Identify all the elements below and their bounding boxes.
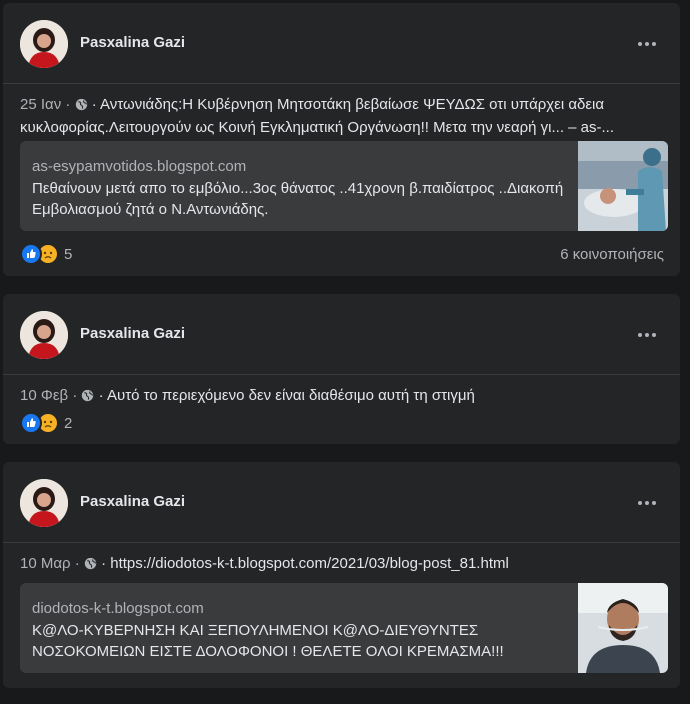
like-reaction-icon: [20, 243, 42, 265]
avatar[interactable]: [20, 20, 68, 68]
author-name[interactable]: Pasxalina Gazi: [80, 493, 185, 510]
link-preview[interactable]: as-esypamvotidos.blogspot.com Πεθαίνουν …: [20, 141, 668, 231]
post-card: Pasxalina Gazi 10 Φεβ · · Αυτό το περιεχ…: [3, 294, 680, 444]
reactions[interactable]: 2: [20, 412, 72, 434]
post-header: Pasxalina Gazi: [3, 462, 680, 542]
avatar[interactable]: [20, 311, 68, 359]
more-options-icon[interactable]: [632, 320, 662, 350]
shares-count[interactable]: 6 κοινοποιήσεις: [560, 246, 664, 263]
divider: [3, 83, 680, 84]
post-date[interactable]: 10 Μαρ: [20, 555, 71, 572]
patient-photo-icon: [578, 583, 668, 673]
reaction-count: 5: [64, 245, 73, 263]
post-header: Pasxalina Gazi: [3, 294, 680, 374]
hospital-photo-icon: [578, 141, 668, 231]
link-preview[interactable]: diodotos-k-t.blogspot.com Κ@ΛΟ-ΚΥΒΕΡΝΗΣΗ…: [20, 583, 668, 673]
separator: ·: [72, 387, 78, 404]
reactions[interactable]: 5: [20, 243, 72, 265]
post-text: 10 Μαρ · · https://diodotos-k-t.blogspot…: [20, 553, 664, 576]
preview-title: Πεθαίνουν μετά απο το εμβόλιο...3ος θάνα…: [32, 180, 564, 218]
post-text: 25 Ιαν · · Αντωνιάδης:Η Κυβέρνηση Μητσοτ…: [20, 94, 664, 138]
divider: [3, 542, 680, 543]
post-date[interactable]: 10 Φεβ: [20, 387, 68, 404]
more-options-icon[interactable]: [632, 29, 662, 59]
globe-icon: [84, 555, 97, 576]
post-date[interactable]: 25 Ιαν: [20, 96, 61, 113]
more-options-icon[interactable]: [632, 488, 662, 518]
separator: ·: [74, 555, 80, 572]
globe-icon: [81, 387, 94, 408]
preview-domain: as-esypamvotidos.blogspot.com: [32, 158, 247, 175]
divider: [3, 374, 680, 375]
like-reaction-icon: [20, 412, 42, 434]
post-text: 10 Φεβ · · Αυτό το περιεχόμενο δεν είναι…: [20, 385, 664, 408]
post-card: Pasxalina Gazi 10 Μαρ · · https://diodot…: [3, 462, 680, 688]
separator: ·: [65, 96, 71, 113]
post-card: Pasxalina Gazi 25 Ιαν · · Αντωνιάδης:Η Κ…: [3, 3, 680, 276]
post-header: Pasxalina Gazi: [3, 3, 680, 83]
preview-title: Κ@ΛΟ-ΚΥΒΕΡΝΗΣΗ ΚΑΙ ΞΕΠΟΥΛΗΜΕΝΟΙ Κ@ΛΟ-ΔΙΕ…: [32, 622, 504, 660]
author-name[interactable]: Pasxalina Gazi: [80, 34, 185, 51]
post-link[interactable]: · https://diodotos-k-t.blogspot.com/2021…: [101, 555, 509, 572]
reaction-count: 2: [64, 414, 73, 432]
post-body: · Αντωνιάδης:Η Κυβέρνηση Μητσοτάκη βεβαί…: [20, 96, 615, 136]
avatar[interactable]: [20, 479, 68, 527]
globe-icon: [75, 96, 88, 117]
author-name[interactable]: Pasxalina Gazi: [80, 325, 185, 342]
preview-domain: diodotos-k-t.blogspot.com: [32, 600, 204, 617]
post-body: · Αυτό το περιεχόμενο δεν είναι διαθέσιμ…: [98, 387, 475, 404]
